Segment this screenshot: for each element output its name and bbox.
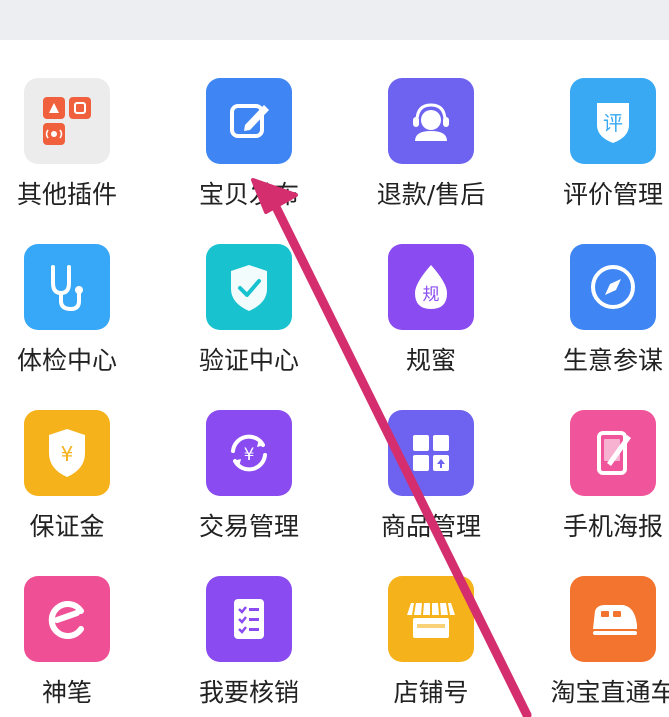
grid-item-tile: ¥ xyxy=(206,410,292,496)
grid-item-label: 神笔 xyxy=(41,678,92,707)
grid-item-review[interactable]: 评 评价管理 xyxy=(522,40,669,209)
grid-item-tile xyxy=(388,78,474,164)
grid-item-tile xyxy=(24,244,110,330)
tool-grid: 其他插件 宝贝发布 退款/售后 评 评价管理 体检中心 验证中心 规 规蜜 生意… xyxy=(0,40,669,717)
grid-item-tile xyxy=(388,410,474,496)
phone-poster-icon xyxy=(597,431,631,475)
grid-item-tile xyxy=(570,576,656,662)
grid-item-tile: 规 xyxy=(388,244,474,330)
grid-item-tile xyxy=(206,244,292,330)
grid-item-tile xyxy=(570,244,656,330)
top-bar xyxy=(0,0,669,40)
edit-icon xyxy=(230,104,269,138)
grid-item-tile: ¥ xyxy=(24,410,110,496)
grid-item-guimi[interactable]: 规 规蜜 xyxy=(340,206,522,375)
drop-icon: 规 xyxy=(415,265,447,309)
svg-text:¥: ¥ xyxy=(244,445,255,465)
pen-e-icon xyxy=(48,601,84,639)
grid-item-redeem[interactable]: 我要核销 xyxy=(158,538,340,707)
grid-item-tile xyxy=(570,410,656,496)
grid-item-tile xyxy=(24,78,110,164)
grid-item-transactions[interactable]: ¥ 交易管理 xyxy=(158,372,340,541)
grid-item-business-advisor[interactable]: 生意参谋 xyxy=(522,206,669,375)
grid-item-taobao-express[interactable]: 淘宝直通车 xyxy=(522,538,669,707)
svg-text:规: 规 xyxy=(423,285,440,305)
svg-text:评: 评 xyxy=(603,111,623,135)
grid-item-health-check[interactable]: 体检中心 xyxy=(0,206,158,375)
grid-item-other-plugins[interactable]: 其他插件 xyxy=(0,40,158,209)
grid-item-tile xyxy=(206,78,292,164)
grid-item-tile xyxy=(24,576,110,662)
yuan-shield-icon: ¥ xyxy=(49,429,85,477)
grid-item-mobile-poster[interactable]: 手机海报 xyxy=(522,372,669,541)
grid-item-shenbi[interactable]: 神笔 xyxy=(0,538,158,707)
grid-item-store-account[interactable]: 店铺号 xyxy=(340,538,522,707)
store-icon xyxy=(407,602,455,638)
grid-item-tile xyxy=(206,576,292,662)
yuan-cycle-icon: ¥ xyxy=(231,434,267,472)
svg-text:¥: ¥ xyxy=(61,442,74,466)
grid-item-deposit[interactable]: ¥ 保证金 xyxy=(0,372,158,541)
plugins-icon xyxy=(43,97,91,145)
grid-item-item-publish[interactable]: 宝贝发布 xyxy=(158,40,340,209)
grid-item-label: 店铺号 xyxy=(393,678,469,707)
stethoscope-icon xyxy=(51,265,83,312)
shield-check-icon xyxy=(231,265,267,311)
grid-item-tile xyxy=(388,576,474,662)
customer-service-icon xyxy=(413,103,449,141)
grid-item-product-management[interactable]: 商品管理 xyxy=(340,372,522,541)
grid-item-tile: 评 xyxy=(570,78,656,164)
train-icon xyxy=(593,605,637,635)
checklist-icon xyxy=(234,599,264,639)
product-grid-icon xyxy=(413,435,449,471)
review-icon: 评 xyxy=(597,103,629,143)
grid-item-refund[interactable]: 退款/售后 xyxy=(340,40,522,209)
grid-item-label: 我要核销 xyxy=(198,678,299,707)
compass-icon xyxy=(591,265,635,309)
grid-item-label: 淘宝直通车 xyxy=(550,678,669,707)
grid-item-verification[interactable]: 验证中心 xyxy=(158,206,340,375)
